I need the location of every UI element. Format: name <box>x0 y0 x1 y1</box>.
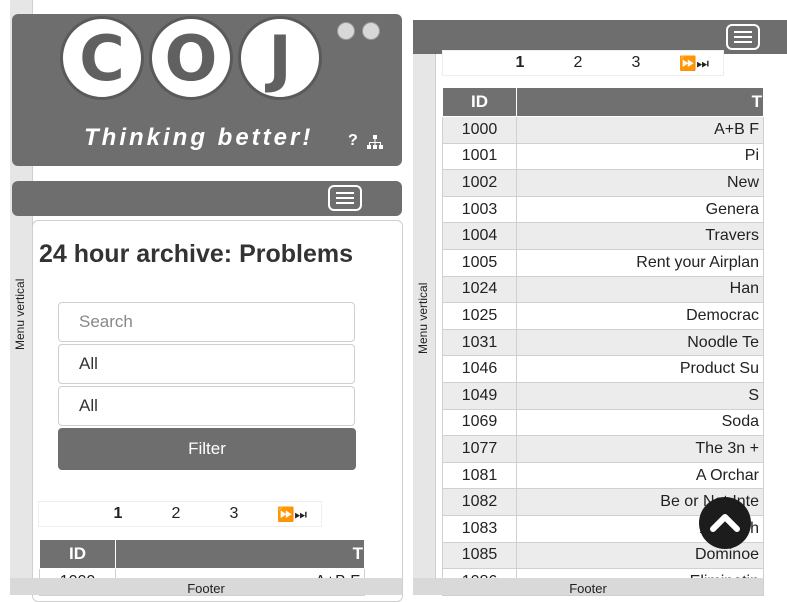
pager-page-3[interactable]: 3 <box>607 51 665 75</box>
pagination: 1 2 3 ⏩⏭ <box>38 501 322 527</box>
row-id: 1025 <box>442 302 517 330</box>
search-input[interactable]: Search <box>58 302 355 342</box>
vertical-menu-right[interactable]: Menu vertical <box>413 20 436 595</box>
row-id: 1082 <box>442 488 517 516</box>
nav-bar-right <box>413 20 787 54</box>
row-id: 1046 <box>442 355 517 383</box>
sitemap-icon[interactable] <box>367 135 383 149</box>
vertical-menu-label: Menu vertical <box>13 278 27 350</box>
row-id: 1024 <box>442 275 517 304</box>
row-id: 1001 <box>442 142 517 171</box>
row-title[interactable]: A+B F <box>516 116 764 144</box>
pager-last-icon[interactable]: ⏩⏭ <box>665 51 723 75</box>
table-row[interactable]: 1049 S <box>442 381 764 410</box>
row-title[interactable]: The 3n + <box>516 435 764 463</box>
site-header: C O J Thinking better! ? <box>12 14 402 166</box>
row-id: 1005 <box>442 248 517 277</box>
flag-icon-2[interactable] <box>362 22 380 40</box>
tagline: Thinking better! <box>84 124 314 151</box>
pager-page-3[interactable]: 3 <box>205 502 263 526</box>
row-title[interactable]: Han <box>516 275 764 304</box>
help-icon[interactable]: ? <box>348 132 358 150</box>
table-row[interactable]: 1025 Democrac <box>442 302 764 330</box>
logo-letter-j: J <box>238 16 322 100</box>
table-row[interactable]: 1081 A Orchar <box>442 461 764 490</box>
scroll-to-top-button[interactable] <box>699 497 751 549</box>
select-filter-2[interactable]: All <box>58 386 355 426</box>
pagination-right: 1 2 3 ⏩⏭ <box>442 50 724 76</box>
vertical-menu-label: Menu vertical <box>416 282 430 354</box>
footer-left: Footer <box>10 578 402 596</box>
table-row[interactable]: 1069 Soda <box>442 408 764 437</box>
pager-page-1[interactable]: 1 <box>89 502 147 526</box>
table-row[interactable]: 1004 Travers <box>442 222 764 250</box>
row-title[interactable]: Travers <box>516 222 764 250</box>
row-id: 1003 <box>442 195 517 224</box>
logo-letter-c: C <box>60 16 144 100</box>
pager-page-1[interactable]: 1 <box>491 51 549 75</box>
column-header-id[interactable]: ID <box>39 539 116 569</box>
table-row[interactable]: 1002 New <box>442 169 764 197</box>
row-id: 1077 <box>442 435 517 463</box>
table-row[interactable]: 1005 Rent your Airplan <box>442 248 764 277</box>
hamburger-menu-icon[interactable] <box>726 24 760 50</box>
table-row[interactable]: 1001 Pi <box>442 142 764 171</box>
row-title[interactable]: New <box>516 169 764 197</box>
table-row[interactable]: 1000 A+B F <box>442 116 764 144</box>
table-row[interactable]: 1031 Noodle Te <box>442 328 764 357</box>
row-title[interactable]: Soda <box>516 408 764 437</box>
chevron-up-icon <box>710 514 740 532</box>
row-id: 1083 <box>442 514 517 543</box>
row-title[interactable]: Product Su <box>516 355 764 383</box>
row-id: 1049 <box>442 381 517 410</box>
row-id: 1069 <box>442 408 517 437</box>
row-title[interactable]: A Orchar <box>516 461 764 490</box>
pager-page-2[interactable]: 2 <box>147 502 205 526</box>
row-id: 1004 <box>442 222 517 250</box>
page-title: 24 hour archive: Problems <box>39 240 354 268</box>
row-title[interactable]: Democrac <box>516 302 764 330</box>
filter-button[interactable]: Filter <box>58 428 356 470</box>
table-row[interactable]: 1077 The 3n + <box>442 435 764 463</box>
table-row[interactable]: 1046 Product Su <box>442 355 764 383</box>
pager-prev[interactable] <box>443 51 491 75</box>
table-row[interactable]: 1003 Genera <box>442 195 764 224</box>
hamburger-menu-icon[interactable] <box>328 185 362 211</box>
column-header-title[interactable]: T <box>516 87 764 117</box>
row-title[interactable]: Genera <box>516 195 764 224</box>
logo-letter-o: O <box>149 16 233 100</box>
pager-page-2[interactable]: 2 <box>549 51 607 75</box>
row-title[interactable]: Noodle Te <box>516 328 764 357</box>
column-header-title[interactable]: T <box>115 539 365 569</box>
pager-prev[interactable] <box>39 502 89 526</box>
flag-icon-1[interactable] <box>337 22 355 40</box>
column-header-id[interactable]: ID <box>442 87 517 117</box>
nav-bar <box>12 181 402 216</box>
row-title[interactable]: S <box>516 381 764 410</box>
footer-right: Footer <box>413 578 763 596</box>
pager-last-icon[interactable]: ⏩⏭ <box>263 502 321 526</box>
row-id: 1085 <box>442 541 517 570</box>
select-filter-1[interactable]: All <box>58 344 355 384</box>
row-id: 1081 <box>442 461 517 490</box>
row-id: 1002 <box>442 169 517 197</box>
row-title[interactable]: Pi <box>516 142 764 171</box>
row-id: 1000 <box>442 116 517 144</box>
table-row[interactable]: 1024 Han <box>442 275 764 304</box>
row-id: 1031 <box>442 328 517 357</box>
row-title[interactable]: Rent your Airplan <box>516 248 764 277</box>
